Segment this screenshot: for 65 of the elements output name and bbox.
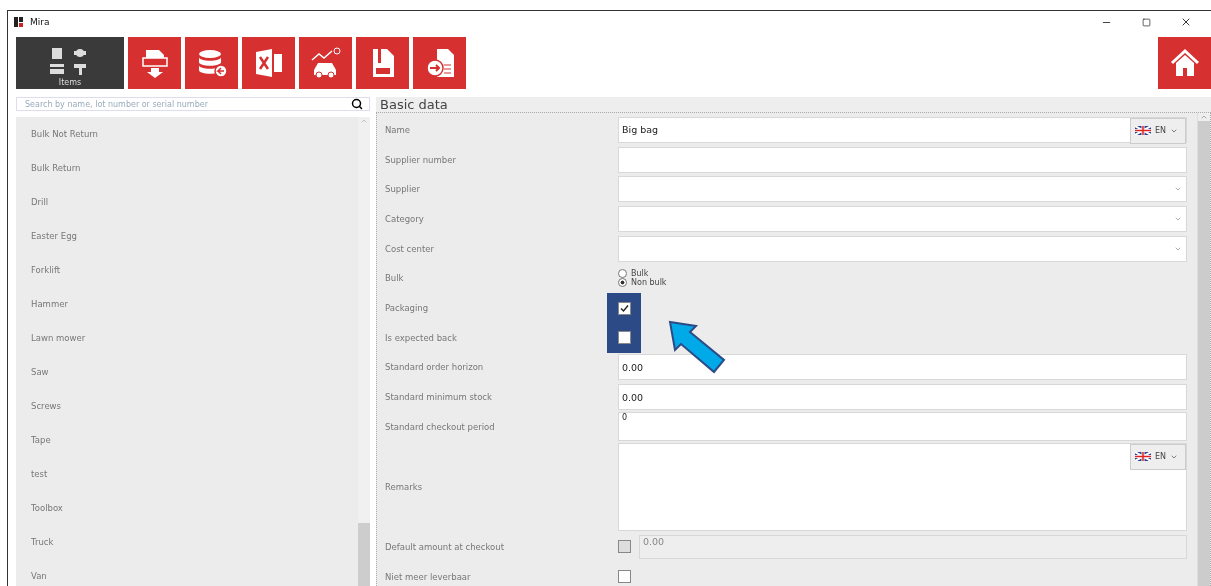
section-title: Basic data (376, 97, 1211, 112)
language-dropdown[interactable]: EN (1130, 117, 1186, 144)
items-tile[interactable]: Items (16, 37, 124, 89)
field-label: Packaging (385, 303, 430, 314)
field-label: Name (385, 124, 412, 135)
field-label: Bulk (385, 273, 405, 284)
field-label: Supplier (385, 184, 422, 195)
sidebar-item[interactable]: Van (31, 559, 358, 586)
flag-icon (1135, 126, 1151, 136)
text-field[interactable] (618, 146, 1187, 173)
radio-option[interactable]: Non bulk (618, 278, 667, 288)
sidebar-item[interactable]: test (31, 457, 358, 491)
sidebar-item[interactable]: Saw (31, 355, 358, 389)
window-title: Mira (30, 17, 51, 27)
field-label: Is expected back (385, 332, 458, 343)
checkbox[interactable] (617, 570, 631, 584)
field-label: Standard order horizon (385, 362, 485, 373)
scroll-up-icon (360, 117, 368, 125)
dropdown-field[interactable] (618, 235, 1187, 262)
sidebar-item[interactable]: Easter Egg (31, 219, 358, 253)
checkbox[interactable] (617, 331, 631, 345)
number-field[interactable]: 0.00 (618, 354, 1187, 381)
sidebar-item[interactable]: Forklift (31, 253, 358, 287)
text-field[interactable]: Big bag EN (618, 116, 1187, 143)
field-label: Niet meer leverbaar (385, 571, 472, 582)
app-logo-icon (14, 17, 24, 27)
toolbar-button[interactable] (299, 37, 352, 89)
toolbar-button[interactable] (242, 37, 295, 89)
sidebar-item[interactable]: Truck (31, 525, 358, 559)
check-icon (619, 303, 629, 313)
sidebar-item[interactable]: Hammer (31, 287, 358, 321)
field-label: Remarks (385, 481, 424, 492)
search-icon (351, 98, 363, 110)
field-label: Category (385, 213, 425, 224)
field-label: Default amount at checkout (385, 541, 505, 552)
checkbox[interactable] (617, 301, 631, 315)
sidebar-item[interactable]: Bulk Not Return (31, 117, 358, 151)
toolbar-button[interactable] (413, 37, 466, 89)
sidebar-item[interactable]: Bulk Return (31, 151, 358, 185)
sidebar-item[interactable]: Toolbox (31, 491, 358, 525)
flag-icon (1135, 452, 1151, 462)
sidebar-item[interactable]: Tape (31, 423, 358, 457)
toolbar-button[interactable] (356, 37, 409, 89)
field-label: Cost center (385, 243, 435, 254)
radio-option[interactable]: Bulk (618, 269, 667, 279)
home-icon (1169, 48, 1200, 78)
field-label: Standard minimum stock (385, 392, 493, 403)
sidebar-item[interactable]: Screws (31, 389, 358, 423)
number-field[interactable]: 0 (618, 412, 1187, 442)
maximize-icon (1141, 17, 1151, 27)
sidebar-item[interactable]: Lawn mower (31, 321, 358, 355)
sidebar-item[interactable]: Drill (31, 185, 358, 219)
close-icon (1180, 16, 1192, 28)
field-label: Standard checkout period (385, 421, 496, 432)
remarks-field[interactable]: EN (618, 442, 1187, 531)
dropdown-field[interactable] (618, 205, 1187, 232)
field-label: Supplier number (385, 154, 457, 165)
home-button[interactable] (1158, 37, 1211, 89)
dropdown-field[interactable] (618, 176, 1187, 203)
scrollbar-thumb[interactable] (358, 523, 370, 586)
language-dropdown[interactable]: EN (1130, 443, 1186, 470)
number-field[interactable]: 0.00 (618, 384, 1187, 411)
search-field[interactable]: Search by name, lot number or serial number (16, 97, 370, 111)
toolbar-button[interactable] (128, 37, 181, 89)
toolbar-button[interactable] (185, 37, 238, 89)
